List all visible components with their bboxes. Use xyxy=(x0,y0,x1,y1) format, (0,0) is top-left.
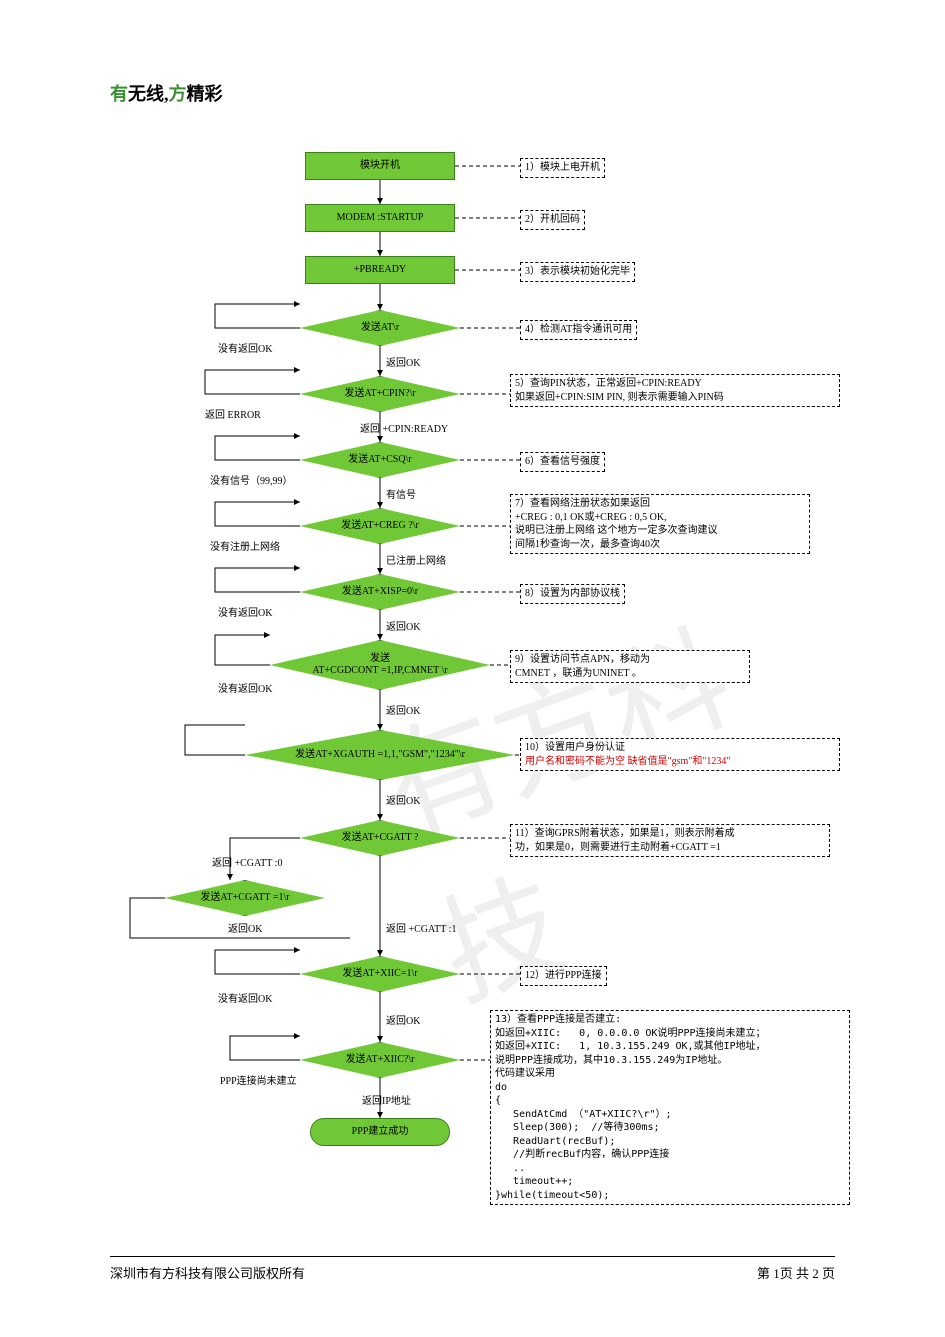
decision-cgatt-query: 发送AT+CGATT ? xyxy=(300,820,460,856)
annot-8: 8）设置为内部协议栈 xyxy=(520,584,625,604)
annot-12: 12）进行PPP连接 xyxy=(520,966,607,986)
decision-xiic-query: 发送AT+XIIC?\r xyxy=(300,1042,460,1078)
header-wuxian: 无线, xyxy=(128,84,169,104)
header-jingcai: 精彩 xyxy=(187,84,223,104)
annot-11: 11）查询GPRS附着状态，如果是1，则表示附着成 功，如果是0，则需要进行主动… xyxy=(510,824,830,857)
label-11c: 返回OK xyxy=(228,920,262,935)
label-5a: 返回 ERROR xyxy=(205,406,261,421)
label-6b: 有信号 xyxy=(386,486,416,501)
decision-xisp: 发送AT+XISP=0\r xyxy=(300,574,460,610)
label-4b: 返回OK xyxy=(386,354,420,369)
label-4a: 没有返回OK xyxy=(218,340,272,355)
decision-cpin: 发送AT+CPIN?\r xyxy=(300,376,460,412)
decision-creg: 发送AT+CREG ?\r xyxy=(300,508,460,544)
label-6a: 没有信号（99,99） xyxy=(210,472,293,487)
decision-cgdcont: 发送 AT+CGDCONT =1,IP,CMNET \r xyxy=(270,640,490,690)
label-7b: 已注册上网络 xyxy=(386,552,446,567)
header-fang: 方 xyxy=(169,84,187,104)
annot-7: 7）查看网络注册状态如果返回 +CREG : 0,1 OK或+CREG : 0,… xyxy=(510,494,810,554)
label-13a: PPP连接尚未建立 xyxy=(220,1072,297,1087)
decision-csq: 发送AT+CSQ\r xyxy=(300,442,460,478)
annot-1: 1）模块上电开机 xyxy=(520,158,605,178)
decision-xgauth: 发送AT+XGAUTH =1,1,"GSM","1234"\r xyxy=(245,730,515,780)
page-header: 有无线,方精彩 xyxy=(110,80,223,106)
label-8a: 没有返回OK xyxy=(218,604,272,619)
annot-10-main: 10）设置用户身份认证 xyxy=(525,742,625,753)
label-10b: 返回OK xyxy=(386,792,420,807)
node-modem-startup: MODEM :STARTUP xyxy=(305,204,455,232)
annot-5: 5）查询PIN状态，正常返回+CPIN:READY 如果返回+CPIN:SIM … xyxy=(510,374,840,407)
annot-9: 9）设置访问节点APN，移动为 CMNET ，联通为UNINET 。 xyxy=(510,650,750,683)
label-13b: 返回IP地址 xyxy=(362,1092,411,1107)
annot-6: 6）查看信号强度 xyxy=(520,452,605,472)
header-you: 有 xyxy=(110,84,128,104)
label-9a: 没有返回OK xyxy=(218,680,272,695)
page: 有无线,方精彩 有方科技 xyxy=(0,0,945,1337)
node-module-boot: 模块开机 xyxy=(305,152,455,180)
annot-4: 4）检测AT指令通讯可用 xyxy=(520,320,637,340)
label-12a: 没有返回OK xyxy=(218,990,272,1005)
page-footer: 深圳市有方科技有限公司版权所有 第 1页 共 2 页 xyxy=(110,1256,835,1282)
footer-right: 第 1页 共 2 页 xyxy=(757,1263,835,1282)
annot-10-red: 用户名和密码不能为空 缺省值是"gsm"和"1234" xyxy=(525,756,731,767)
decision-cgatt-set: 发送AT+CGATT =1\r xyxy=(165,880,325,916)
node-ppp-success: PPP建立成功 xyxy=(310,1118,450,1146)
label-8b: 返回OK xyxy=(386,618,420,633)
annot-10: 10）设置用户身份认证 用户名和密码不能为空 缺省值是"gsm"和"1234" xyxy=(520,738,840,771)
footer-left: 深圳市有方科技有限公司版权所有 xyxy=(110,1263,305,1282)
label-11b: 返回 +CGATT :1 xyxy=(386,920,456,935)
decision-xiic-set: 发送AT+XIIC=1\r xyxy=(300,956,460,992)
label-5b: 返回 +CPIN:READY xyxy=(360,420,448,435)
annot-2: 2）开机回码 xyxy=(520,210,585,230)
label-9b: 返回OK xyxy=(386,702,420,717)
label-12b: 返回OK xyxy=(386,1012,420,1027)
label-7a: 没有注册上网络 xyxy=(210,538,280,553)
flowchart: 模块开机 MODEM :STARTUP +PBREADY 发送AT\r 发送AT… xyxy=(0,140,945,1237)
decision-at: 发送AT\r xyxy=(300,310,460,346)
node-pbready: +PBREADY xyxy=(305,256,455,284)
label-11a: 返回 +CGATT :0 xyxy=(212,854,282,869)
annot-3: 3）表示模块初始化完毕 xyxy=(520,262,635,282)
annot-13: 13）查看PPP连接是否建立: 如返回+XIIC: 0, 0.0.0.0 OK说… xyxy=(490,1010,850,1205)
